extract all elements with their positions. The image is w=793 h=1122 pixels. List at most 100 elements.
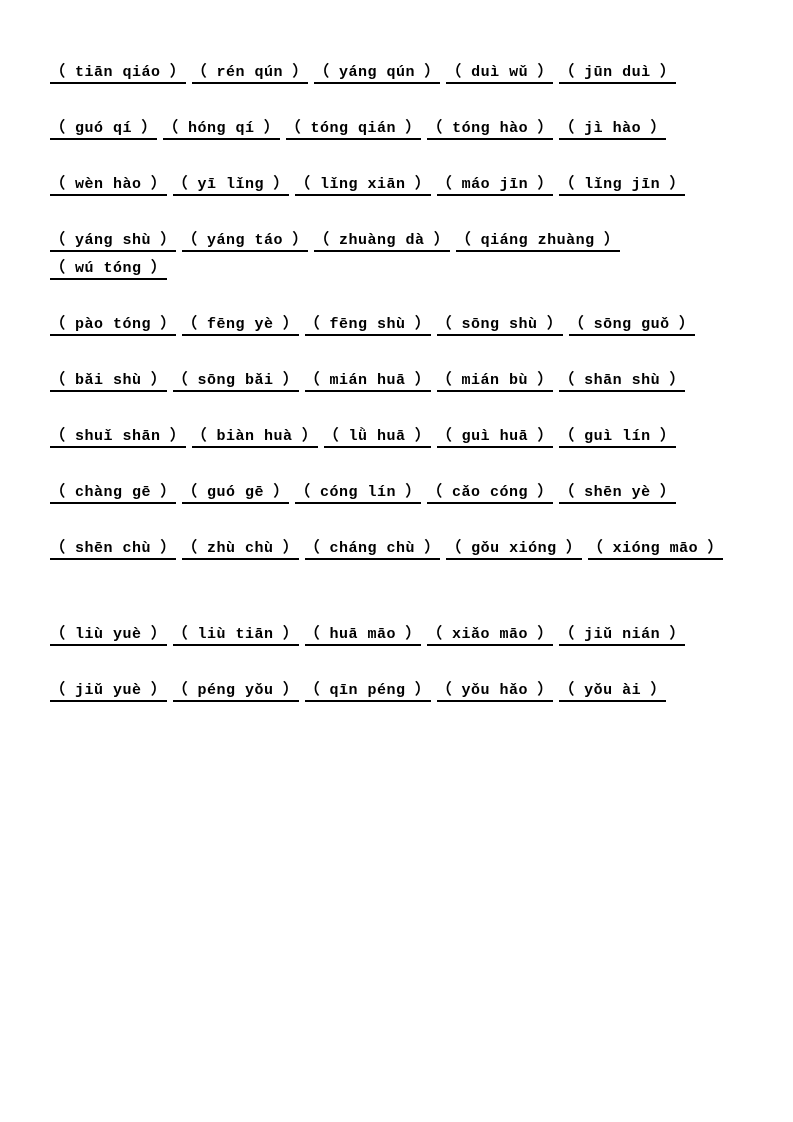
list-item: （ lǐng jīn ）	[559, 172, 685, 196]
list-item: （ bǎi shù ）	[50, 368, 167, 392]
text-row: （ yáng shù ）（ yáng táo ）（ zhuàng dà ）（ q…	[50, 228, 743, 284]
pinyin-text: （ péng yǒu ）	[173, 678, 299, 702]
pinyin-text: （ sōng shù ）	[437, 312, 563, 336]
pinyin-text: （ huā māo ）	[305, 622, 422, 646]
pinyin-text: （ shēn chù ）	[50, 536, 176, 560]
pinyin-text: （ cóng lín ）	[295, 480, 421, 504]
pinyin-text: （ shān shù ）	[559, 368, 685, 392]
text-row: （ bǎi shù ）（ sōng bǎi ）（ mián huā ）（ miá…	[50, 368, 743, 396]
list-item: （ guó qí ）	[50, 116, 157, 140]
list-item: （ sōng guǒ ）	[569, 312, 695, 336]
pinyin-text: （ shuǐ shān ）	[50, 424, 186, 448]
list-item: （ xiǎo māo ）	[427, 622, 553, 646]
pinyin-text: （ qiáng zhuàng ）	[456, 228, 620, 252]
list-item: （ guì huā ）	[437, 424, 554, 448]
list-item: （ yǒu hǎo ）	[437, 678, 554, 702]
text-row: （ liù yuè ）（ liù tiān ）（ huā māo ）（ xiǎo…	[50, 622, 743, 650]
list-item: （ lǜ huā ）	[324, 424, 431, 448]
pinyin-text: （ yáng qún ）	[314, 60, 440, 84]
pinyin-text: （ tóng hào ）	[427, 116, 553, 140]
pinyin-text: （ shēn yè ）	[559, 480, 676, 504]
text-row: （ guó qí ）（ hóng qí ）（ tóng qián ）（ tóng…	[50, 116, 743, 144]
text-row: （ pào tóng ）（ fēng yè ）（ fēng shù ）（ sōn…	[50, 312, 743, 340]
list-item: （ tiān qiáo ）	[50, 60, 186, 84]
list-item: （ pào tóng ）	[50, 312, 176, 336]
list-item: （ lǐng xiān ）	[295, 172, 431, 196]
pinyin-text: （ yǒu hǎo ）	[437, 678, 554, 702]
list-item: （ sōng shù ）	[437, 312, 563, 336]
list-item: （ shuǐ shān ）	[50, 424, 186, 448]
list-item: （ cháng chù ）	[305, 536, 441, 560]
list-item: （ jiǔ nián ）	[559, 622, 685, 646]
pinyin-text: （ máo jīn ）	[437, 172, 554, 196]
pinyin-text: （ gǒu xióng ）	[446, 536, 582, 560]
list-item: （ guì lín ）	[559, 424, 676, 448]
list-item: （ qiáng zhuàng ）	[456, 228, 620, 252]
pinyin-text: （ bǎi shù ）	[50, 368, 167, 392]
pinyin-text: （ zhuàng dà ）	[314, 228, 450, 252]
list-item: （ rén qún ）	[192, 60, 309, 84]
list-item: （ mián bù ）	[437, 368, 554, 392]
list-item: （ huā māo ）	[305, 622, 422, 646]
text-row: （ shēn chù ）（ zhù chù ）（ cháng chù ）（ gǒ…	[50, 536, 743, 564]
list-item: （ fēng yè ）	[182, 312, 299, 336]
pinyin-text: （ tóng qián ）	[286, 116, 422, 140]
list-item: （ guó gē ）	[182, 480, 289, 504]
pinyin-text: （ jiǔ nián ）	[559, 622, 685, 646]
list-item: （ sōng bǎi ）	[173, 368, 299, 392]
pinyin-text: （ lǐng jīn ）	[559, 172, 685, 196]
list-item: （ biàn huà ）	[192, 424, 318, 448]
list-item: （ hóng qí ）	[163, 116, 280, 140]
pinyin-text: （ liù yuè ）	[50, 622, 167, 646]
pinyin-text: （ liù tiān ）	[173, 622, 299, 646]
list-item: （ duì wǔ ）	[446, 60, 553, 84]
text-row: （ shuǐ shān ）（ biàn huà ）（ lǜ huā ）（ guì…	[50, 424, 743, 452]
list-item: （ jūn duì ）	[559, 60, 676, 84]
pinyin-text: （ sōng guǒ ）	[569, 312, 695, 336]
text-row: （ tiān qiáo ）（ rén qún ）（ yáng qún ）（ du…	[50, 60, 743, 88]
pinyin-text: （ jiǔ yuè ）	[50, 678, 167, 702]
list-item: （ gǒu xióng ）	[446, 536, 582, 560]
list-item: （ wú tóng ）	[50, 256, 167, 280]
list-item: （ wèn hào ）	[50, 172, 167, 196]
pinyin-text: （ zhù chù ）	[182, 536, 299, 560]
pinyin-text: （ wèn hào ）	[50, 172, 167, 196]
pinyin-text: （ xiǎo māo ）	[427, 622, 553, 646]
list-item: （ tóng hào ）	[427, 116, 553, 140]
pinyin-text: （ mián huā ）	[305, 368, 431, 392]
list-item: （ yǒu ài ）	[559, 678, 666, 702]
pinyin-text: （ wú tóng ）	[50, 256, 167, 280]
pinyin-text: （ cǎo cóng ）	[427, 480, 553, 504]
pinyin-text: （ yáng shù ）	[50, 228, 176, 252]
pinyin-text: （ biàn huà ）	[192, 424, 318, 448]
pinyin-text: （ jūn duì ）	[559, 60, 676, 84]
pinyin-text: （ fēng yè ）	[182, 312, 299, 336]
pinyin-text: （ guó gē ）	[182, 480, 289, 504]
pinyin-text: （ qīn péng ）	[305, 678, 431, 702]
pinyin-text: （ rén qún ）	[192, 60, 309, 84]
pinyin-text: （ guó qí ）	[50, 116, 157, 140]
list-item: （ cóng lín ）	[295, 480, 421, 504]
list-item: （ fēng shù ）	[305, 312, 431, 336]
list-item: （ zhù chù ）	[182, 536, 299, 560]
pinyin-text: （ mián bù ）	[437, 368, 554, 392]
pinyin-text: （ lǐng xiān ）	[295, 172, 431, 196]
list-item: （ yáng shù ）	[50, 228, 176, 252]
list-item: （ yáng táo ）	[182, 228, 308, 252]
text-row: （ wèn hào ）（ yī lǐng ）（ lǐng xiān ）（ máo…	[50, 172, 743, 200]
list-item: （ jì hào ）	[559, 116, 666, 140]
list-item: （ qīn péng ）	[305, 678, 431, 702]
list-item: （ liù yuè ）	[50, 622, 167, 646]
pinyin-text: （ pào tóng ）	[50, 312, 176, 336]
list-item: （ yī lǐng ）	[173, 172, 290, 196]
list-item: （ yáng qún ）	[314, 60, 440, 84]
pinyin-text: （ guì lín ）	[559, 424, 676, 448]
pinyin-text: （ lǜ huā ）	[324, 424, 431, 448]
list-item: （ liù tiān ）	[173, 622, 299, 646]
list-item: （ tóng qián ）	[286, 116, 422, 140]
list-item: （ jiǔ yuè ）	[50, 678, 167, 702]
list-item: （ péng yǒu ）	[173, 678, 299, 702]
list-item: （ mián huā ）	[305, 368, 431, 392]
pinyin-text: （ yǒu ài ）	[559, 678, 666, 702]
text-row: （ chàng gē ）（ guó gē ）（ cóng lín ）（ cǎo …	[50, 480, 743, 508]
